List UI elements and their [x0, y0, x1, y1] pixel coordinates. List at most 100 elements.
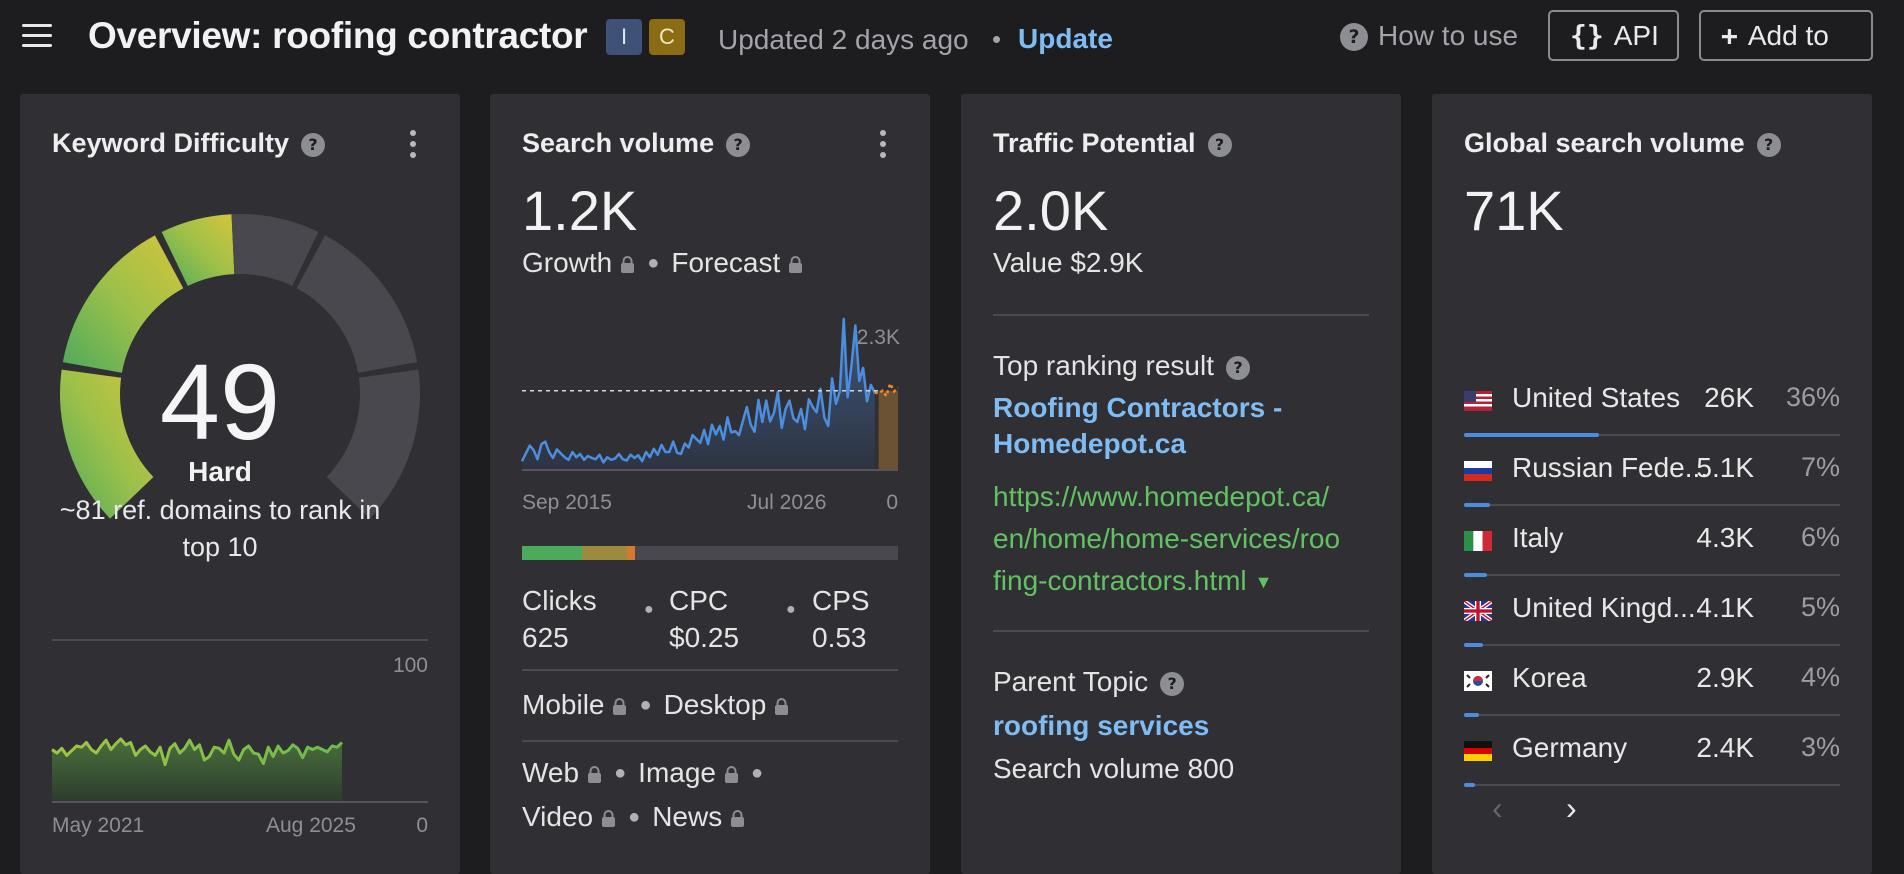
- kd-level: Hard: [188, 456, 252, 487]
- separator-dot: ●: [639, 694, 652, 716]
- mobile-label[interactable]: Mobile: [522, 689, 604, 720]
- separator-dot: ●: [614, 762, 627, 784]
- how-to-use-link[interactable]: ? How to use: [1340, 20, 1518, 52]
- braces-icon: {}: [1570, 19, 1604, 52]
- desktop-label[interactable]: Desktop: [664, 689, 767, 720]
- country-percent: 4%: [1800, 662, 1840, 692]
- top-result-url-line-3: fing-contractors.html ▼: [993, 565, 1273, 596]
- top-result-title-line-1: Roofing Contractors -: [993, 392, 1283, 423]
- chart-min-label: 0: [886, 491, 898, 514]
- top-bar: Overview: roofing contractor I C Updated…: [0, 0, 1904, 78]
- cpc-metric: CPC $0.25: [669, 582, 739, 656]
- clicks-label: Clicks: [522, 585, 597, 616]
- chart-end-label: Jul 2026: [747, 491, 827, 514]
- country-share-bar: [1464, 783, 1476, 787]
- country-volume: 4.1K: [1696, 592, 1754, 623]
- help-icon[interactable]: ?: [1756, 133, 1781, 157]
- how-to-use-label: How to use: [1378, 20, 1519, 51]
- intent-distribution-bar: [522, 546, 898, 560]
- chart-start-label: Sep 2015: [522, 491, 612, 514]
- add-to-label: Add to: [1747, 20, 1829, 51]
- help-icon[interactable]: ?: [1207, 133, 1232, 157]
- top-result-url-line-1: https://www.homedepot.ca/: [993, 481, 1330, 512]
- country-row[interactable]: Korea 2.9K 4%: [1464, 652, 1840, 722]
- country-row[interactable]: Russian Fede... 5.1K 7%: [1464, 442, 1840, 512]
- top-result-url-link[interactable]: https://www.homedepot.ca/ en/home/home-s…: [993, 476, 1340, 603]
- help-icon[interactable]: ?: [1226, 356, 1251, 380]
- parent-topic-label: Parent Topic: [993, 666, 1149, 697]
- country-share-bar: [1464, 433, 1600, 437]
- top-result-title-link[interactable]: Roofing Contractors - Homedepot.ca: [993, 390, 1282, 462]
- country-row[interactable]: United States 26K 36%: [1464, 372, 1840, 442]
- menu-icon[interactable]: [22, 24, 52, 48]
- forecast-label[interactable]: Forecast: [671, 247, 780, 278]
- chart-min-label: 0: [416, 814, 428, 837]
- country-share-track: [1464, 433, 1840, 437]
- gsv-title: Global search volume: [1464, 128, 1745, 158]
- growth-forecast-row: Growth ● Forecast: [522, 247, 803, 279]
- cpc-label: CPC: [669, 585, 729, 616]
- image-label[interactable]: Image: [638, 757, 716, 788]
- cps-value: 0.53: [812, 622, 867, 653]
- help-icon: ?: [1340, 23, 1368, 51]
- lock-icon: [613, 698, 627, 715]
- lock-icon: [775, 698, 789, 715]
- video-label[interactable]: Video: [522, 801, 593, 832]
- lock-icon: [621, 256, 635, 273]
- parent-topic-link[interactable]: roofing services: [993, 710, 1209, 742]
- growth-label[interactable]: Growth: [522, 247, 612, 278]
- update-link[interactable]: Update: [1018, 23, 1113, 55]
- more-options-icon[interactable]: [408, 130, 418, 160]
- country-volume: 2.4K: [1696, 732, 1754, 763]
- intent-badge-commercial[interactable]: C: [649, 19, 685, 55]
- separator-dot: ●: [628, 806, 641, 828]
- separator-dot: •: [992, 24, 1002, 54]
- country-volume: 2.9K: [1696, 662, 1754, 693]
- divider: [52, 639, 428, 641]
- parent-topic-volume: Search volume 800: [993, 753, 1235, 784]
- country-share-bar: [1464, 713, 1480, 717]
- country-volume: 26K: [1704, 382, 1754, 413]
- country-row[interactable]: Italy 4.3K 6%: [1464, 512, 1840, 582]
- chart-start-label: May 2021: [52, 814, 145, 837]
- api-button[interactable]: {} API: [1548, 10, 1679, 61]
- help-icon[interactable]: ?: [1160, 672, 1185, 696]
- news-label[interactable]: News: [652, 801, 722, 832]
- intent-badge-informational[interactable]: I: [606, 19, 642, 55]
- cpc-value: $0.25: [669, 622, 740, 653]
- country-row[interactable]: Germany 2.4K 3%: [1464, 722, 1840, 792]
- traffic-potential-card: Traffic Potential? 2.0K Value $2.9K Top …: [961, 94, 1401, 874]
- help-icon[interactable]: ?: [726, 133, 751, 157]
- more-options-icon[interactable]: [878, 130, 888, 160]
- page-title: Overview: roofing contractor: [88, 15, 588, 56]
- help-icon[interactable]: ?: [301, 133, 326, 157]
- intent-bar-segment: [627, 546, 635, 560]
- add-to-button[interactable]: + Add to: [1699, 10, 1873, 61]
- kd-title: Keyword Difficulty: [52, 128, 290, 158]
- divider: [522, 669, 898, 671]
- sv-title: Search volume: [522, 128, 715, 158]
- country-share-track: [1464, 643, 1840, 647]
- country-share-track: [1464, 503, 1840, 507]
- web-label[interactable]: Web: [522, 757, 579, 788]
- us-flag-icon: [1464, 391, 1492, 411]
- plus-icon: +: [1721, 19, 1738, 52]
- country-row[interactable]: United Kingd... 4.1K 5%: [1464, 582, 1840, 652]
- card-title: Traffic Potential?: [993, 128, 1232, 159]
- kd-description: ~81 ref. domains to rank in top 10: [59, 495, 381, 562]
- next-page-button[interactable]: ›: [1566, 790, 1577, 827]
- cps-label: CPS: [812, 585, 870, 616]
- clicks-value: 625: [522, 622, 569, 653]
- kr-flag-icon: [1464, 671, 1492, 691]
- caret-down-icon[interactable]: ▼: [1255, 572, 1273, 592]
- updated-text: Updated 2 days ago: [718, 24, 969, 55]
- uk-flag-icon: [1464, 601, 1492, 621]
- lock-icon: [588, 766, 602, 783]
- country-volume: 5.1K: [1696, 452, 1754, 483]
- country-share-track: [1464, 713, 1840, 717]
- traffic-potential-value: 2.0K: [993, 179, 1109, 242]
- country-percent: 7%: [1800, 452, 1840, 482]
- divider: [522, 740, 898, 742]
- it-flag-icon: [1464, 531, 1492, 551]
- prev-page-button[interactable]: ‹: [1492, 790, 1503, 827]
